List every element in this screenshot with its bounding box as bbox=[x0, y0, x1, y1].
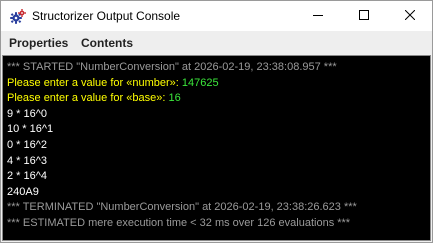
output-result-line: 240A9 bbox=[7, 185, 39, 198]
structorizer-gear-icon bbox=[10, 9, 26, 25]
menu-properties[interactable]: Properties bbox=[9, 36, 68, 50]
maximize-button[interactable] bbox=[341, 1, 387, 31]
input-base-value: 16 bbox=[168, 92, 181, 105]
console-output-area[interactable]: *** STARTED "NumberConversion" at 2026-0… bbox=[2, 55, 431, 241]
minimize-button[interactable] bbox=[295, 1, 341, 31]
output-line: 10 * 16^1 bbox=[7, 123, 54, 136]
minimize-icon bbox=[313, 7, 323, 25]
estimated-line: *** ESTIMATED mere execution time < 32 m… bbox=[7, 216, 351, 229]
menu-bar: Properties Contents bbox=[1, 31, 432, 54]
console-text: *** STARTED "NumberConversion" at 2026-0… bbox=[7, 60, 430, 232]
prompt-base-line: Please enter a value for «base»: 16 bbox=[7, 91, 430, 107]
started-line: *** STARTED "NumberConversion" at 2026-0… bbox=[7, 61, 337, 73]
output-line: 2 * 16^4 bbox=[7, 170, 48, 183]
title-bar[interactable]: Structorizer Output Console bbox=[1, 1, 432, 31]
input-number-value: 147625 bbox=[181, 76, 219, 89]
close-icon bbox=[404, 7, 415, 25]
output-line: 0 * 16^2 bbox=[7, 138, 48, 151]
output-line: 4 * 16^3 bbox=[7, 154, 48, 167]
prompt-base-text: Please enter a value for «base»: bbox=[7, 92, 169, 105]
menu-contents[interactable]: Contents bbox=[81, 36, 133, 50]
window-title: Structorizer Output Console bbox=[32, 9, 181, 23]
terminated-line: *** TERMINATED "NumberConversion" at 202… bbox=[7, 201, 357, 214]
prompt-number-line: Please enter a value for «number»: 14762… bbox=[7, 76, 430, 92]
output-console-window: Structorizer Output Console Properties C… bbox=[0, 0, 433, 243]
output-line: 9 * 16^0 bbox=[7, 107, 48, 120]
close-button[interactable] bbox=[387, 1, 432, 31]
prompt-number-text: Please enter a value for «number»: bbox=[7, 76, 182, 89]
maximize-icon bbox=[359, 7, 369, 25]
